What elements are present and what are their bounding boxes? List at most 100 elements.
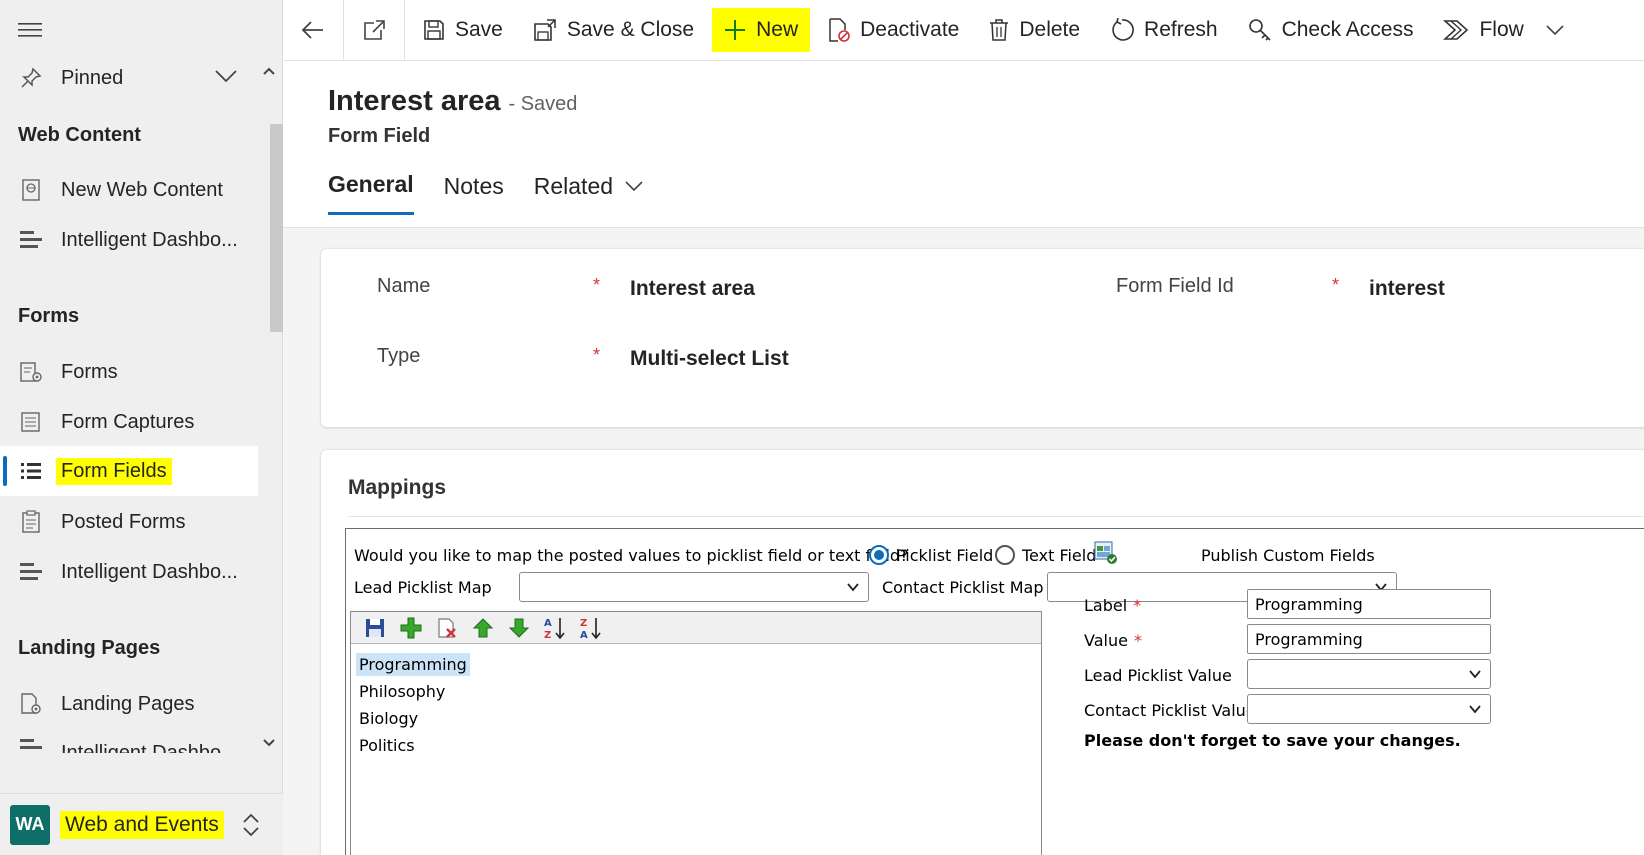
lead-picklist-map-label: Lead Picklist Map [354,578,492,597]
new-button[interactable]: New [712,8,811,52]
up-down-chevron-icon[interactable] [241,812,261,838]
option-item[interactable]: Programming [356,653,470,676]
option-item[interactable]: Biology [356,707,421,730]
svg-text:Z: Z [580,618,587,629]
save-reminder-text: Please don't forget to save your changes… [1084,731,1461,750]
dashboard-icon [18,727,44,753]
picklist-field-label: Picklist Field [896,546,994,565]
tab-notes[interactable]: Notes [444,171,504,215]
page-settings-icon [18,691,44,717]
back-button[interactable] [283,0,344,61]
chevron-down-icon [1468,702,1482,716]
sidebar-item-new-web-content[interactable]: New Web Content [0,165,270,215]
sort-ascending-icon[interactable]: AZ [537,614,573,642]
option-value-input[interactable]: Programming [1247,624,1491,654]
general-section: Name * Interest area Form Field Id * int… [321,249,1644,427]
check-access-label: Check Access [1281,18,1414,41]
record-tabs: General Notes Related [328,171,673,215]
option-item[interactable]: Philosophy [356,680,448,703]
lead-picklist-map-select[interactable] [519,572,869,602]
section-landing-pages: Landing Pages [18,637,161,659]
sidebar-pinned-label: Pinned [61,66,124,89]
check-access-button[interactable]: Check Access [1236,8,1426,52]
text-field-label: Text Field [1022,546,1097,565]
option-item[interactable]: Politics [356,734,418,757]
hamburger-menu-icon[interactable] [18,22,42,38]
mapping-question: Would you like to map the posted values … [354,546,909,565]
name-label: Name [377,275,431,297]
tab-related-label: Related [533,172,614,199]
sidebar-pinned[interactable]: Pinned [0,53,270,103]
sidebar-item-label: Intelligent Dashbo... [61,560,238,583]
record-save-status: - Saved [508,93,578,115]
save-and-close-button[interactable]: Save & Close [521,8,706,52]
command-bar: Save Save & Close New Deactivate Delete … [283,0,1644,61]
tab-general[interactable]: General [328,171,414,215]
record-title: Interest area - Saved [328,85,577,118]
save-close-icon [533,18,557,42]
open-in-new-window-button[interactable] [344,0,405,61]
save-label: Save [455,18,503,41]
area-label: Web and Events [60,810,224,839]
refresh-button[interactable]: Refresh [1098,8,1230,52]
chevron-down-icon[interactable] [1546,24,1564,36]
chevron-down-icon [625,180,643,192]
sort-descending-icon[interactable]: ZA [573,614,609,642]
option-label-input[interactable]: Programming [1247,589,1491,619]
type-field[interactable]: Multi-select List [630,347,789,371]
type-label: Type [377,345,421,367]
text-field-radio[interactable] [995,545,1015,565]
sidebar-scrollbar-thumb[interactable] [270,124,283,332]
deactivate-label: Deactivate [860,18,960,41]
chevron-down-icon[interactable] [214,69,238,83]
publish-custom-fields-link[interactable]: Publish Custom Fields [1201,546,1375,565]
open-new-window-icon [364,20,385,40]
sidebar-item-intelligent-dashboard[interactable]: Intelligent Dashbo... [0,727,270,753]
required-indicator: * [1332,275,1340,295]
section-forms: Forms [18,305,80,327]
delete-button[interactable]: Delete [977,8,1092,52]
plus-icon [724,19,746,41]
move-down-icon[interactable] [501,614,537,642]
save-button[interactable]: Save [411,8,515,52]
publish-custom-fields-icon[interactable] [1094,541,1118,565]
flow-icon [1443,19,1469,41]
sidebar-item-intelligent-dashboard[interactable]: Intelligent Dashbo... [0,547,270,597]
sidebar-item-label: Landing Pages [61,692,195,715]
move-up-icon[interactable] [465,614,501,642]
contact-picklist-value-select[interactable] [1247,694,1491,724]
delete-option-icon[interactable] [429,614,465,642]
sidebar-item-label: Form Fields [56,457,172,485]
form-field-id-field[interactable]: interest [1369,277,1445,301]
contact-picklist-map-label: Contact Picklist Map [882,578,1044,597]
option-value-text: Value [1084,631,1128,650]
sidebar-item-form-fields[interactable]: Form Fields [0,446,258,496]
deactivate-button[interactable]: Deactivate [816,8,971,52]
trash-icon [989,18,1009,42]
sidebar-item-posted-forms[interactable]: Posted Forms [0,497,270,547]
sidebar-item-forms[interactable]: Forms [0,347,270,397]
flow-button[interactable]: Flow [1431,8,1575,52]
sidebar-item-form-captures[interactable]: Form Captures [0,397,270,447]
name-field[interactable]: Interest area [630,277,755,301]
sidebar-item-label: Forms [61,360,118,383]
area-switcher[interactable]: WA Web and Events [0,793,283,855]
picklist-mapping-control: Would you like to map the posted values … [345,528,1644,855]
sidebar-item-intelligent-dashboard[interactable]: Intelligent Dashbo... [0,215,270,265]
section-web-content: Web Content [18,124,141,146]
svg-text:Z: Z [544,630,551,640]
save-options-icon[interactable] [357,614,393,642]
record-entity-name: Form Field [328,125,431,147]
tab-related[interactable]: Related [534,171,643,215]
option-value-label: Value * [1084,631,1142,650]
sidebar-item-label: New Web Content [61,178,223,201]
sidebar-item-landing-pages[interactable]: Landing Pages [0,679,270,729]
lead-picklist-value-select[interactable] [1247,659,1491,689]
form-capture-icon [18,409,44,435]
sitemap-sidebar: Pinned Web Content New Web Content Intel… [0,0,283,855]
picklist-field-radio[interactable] [869,545,889,565]
pin-icon [18,65,44,91]
save-close-label: Save & Close [566,18,695,41]
add-option-icon[interactable] [393,614,429,642]
contact-picklist-value-label: Contact Picklist Value [1084,701,1256,720]
